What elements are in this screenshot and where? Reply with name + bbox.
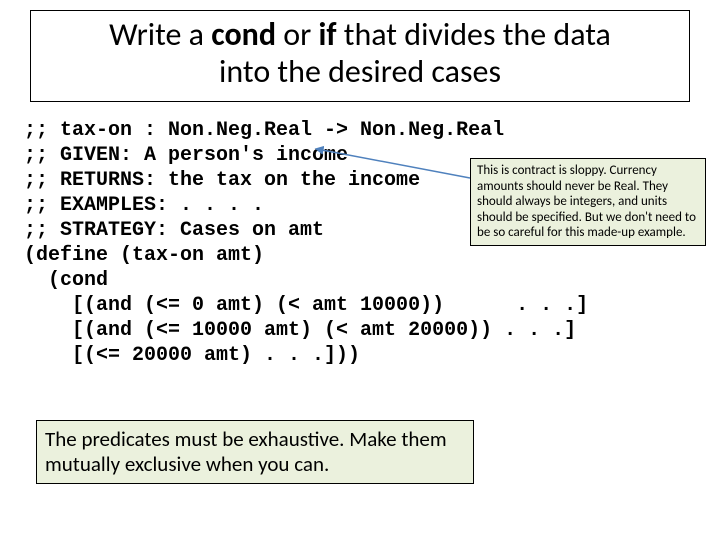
arrow-icon <box>320 148 480 188</box>
code-line: [(and (<= 10000 amt) (< amt 20000)) . . … <box>24 319 576 342</box>
code-line: ;; STRATEGY: Cases on amt <box>24 219 324 242</box>
code-line: (define (tax-on amt) <box>24 244 264 267</box>
title-line2: into the desired cases <box>219 52 501 91</box>
title-line1: Write a cond or if that divides the data <box>109 15 611 54</box>
annotation-box: This is contract is sloppy. Currency amo… <box>470 158 706 246</box>
code-line: (cond <box>24 269 108 292</box>
code-line: ;; tax-on : Non.Neg.Real -> Non.Neg.Real <box>24 119 504 142</box>
code-line: ;; GIVEN: A person's income <box>24 144 348 167</box>
code-line: ;; EXAMPLES: . . . . <box>24 194 264 217</box>
note-box: The predicates must be exhaustive. Make … <box>36 420 474 484</box>
code-line: [(<= 20000 amt) . . .])) <box>24 344 360 367</box>
slide-title: Write a cond or if that divides the data… <box>30 10 690 102</box>
code-line: [(and (<= 0 amt) (< amt 10000)) . . .] <box>24 294 588 317</box>
